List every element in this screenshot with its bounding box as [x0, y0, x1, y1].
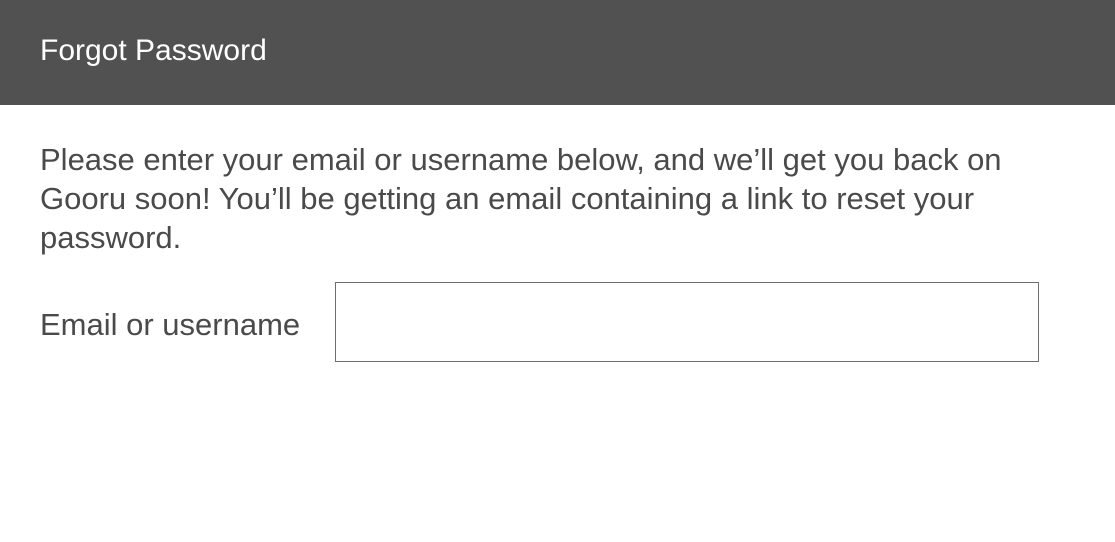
email-or-username-label: Email or username [40, 307, 301, 342]
instructions-text: Please enter your email or username belo… [40, 142, 1002, 255]
dialog-title: Forgot Password [40, 34, 267, 67]
email-or-username-input[interactable] [335, 282, 1039, 362]
dialog-header: Forgot Password [0, 0, 1115, 105]
dialog-body: Please enter your email or username belo… [0, 105, 1115, 542]
